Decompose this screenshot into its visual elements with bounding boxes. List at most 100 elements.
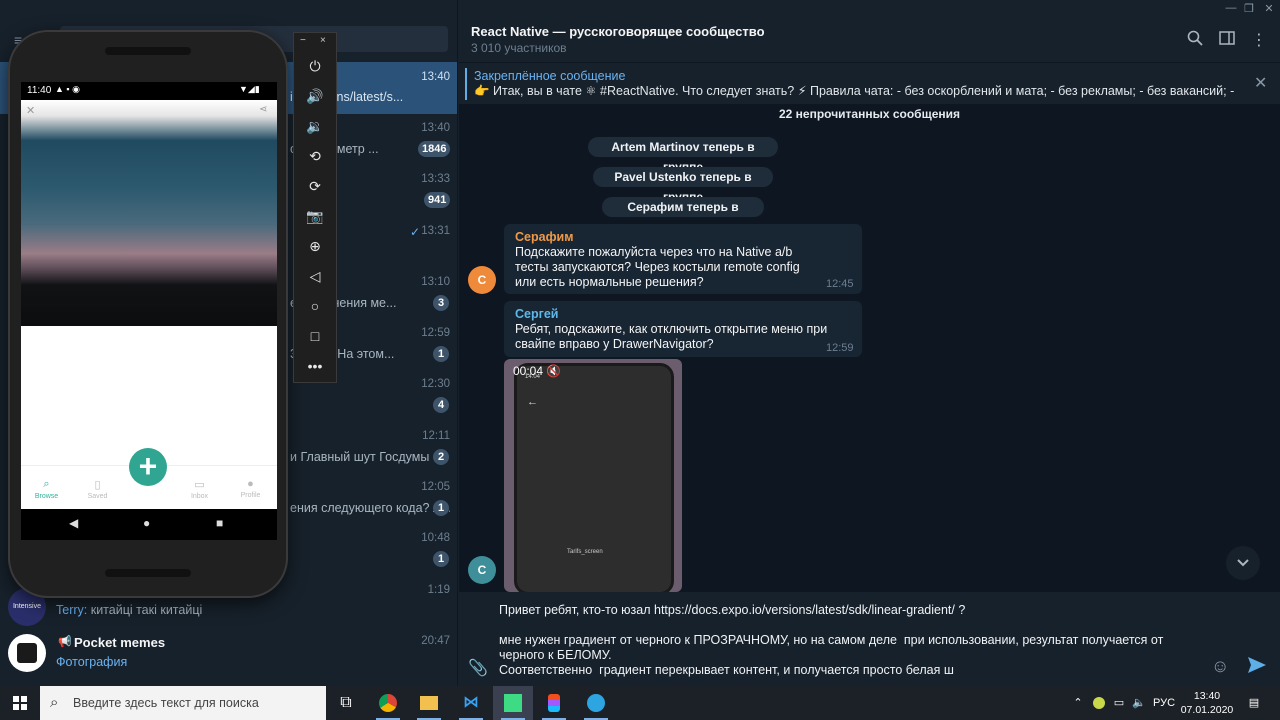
close-icon[interactable]: ×: [320, 35, 362, 51]
unread-badge: 3: [433, 295, 449, 311]
add-button[interactable]: +: [129, 448, 167, 486]
android-emulator[interactable]: 11:40 ▲ ▪ ◉ ▼◢▮ ✕ ⋖ ⌕ Browse ▯ Saved ▭ Inbo…: [8, 30, 288, 598]
rotate-right-icon[interactable]: ⟳: [294, 171, 336, 201]
task-view-icon[interactable]: ⧉: [326, 686, 366, 720]
send-icon[interactable]: [1247, 656, 1267, 677]
service-message: Серафим теперь в группе: [602, 197, 764, 234]
chat-time: 13:10: [421, 276, 450, 288]
unread-badge: 941: [424, 192, 451, 208]
pocket-memes-logo: [17, 643, 37, 663]
attach-icon[interactable]: 📎: [468, 658, 488, 678]
message-author[interactable]: Серафим: [515, 230, 573, 244]
megaphone-icon: 📢: [58, 636, 72, 648]
message-time: 12:45: [826, 278, 854, 290]
android-status-bar: 11:40 ▲ ▪ ◉ ▼◢▮: [21, 82, 277, 100]
maximize-icon[interactable]: ❐: [1238, 2, 1260, 16]
chrome-icon[interactable]: [368, 686, 408, 720]
avatar[interactable]: С: [468, 556, 496, 584]
image-viewer[interactable]: ✕ ⋖: [21, 100, 277, 326]
phone-speaker: [105, 47, 191, 55]
back-icon[interactable]: ◁: [294, 261, 336, 291]
back-icon[interactable]: ◀: [69, 516, 78, 530]
message-bubble[interactable]: Сергей Ребят, подскажите, как отключить …: [504, 301, 862, 357]
unread-divider: 22 непрочитанных сообщения: [778, 107, 961, 121]
tab-browse[interactable]: ⌕ Browse: [21, 466, 72, 510]
android-studio-icon[interactable]: [493, 686, 533, 720]
chat-name: Pocket memes: [74, 635, 166, 650]
recents-icon[interactable]: ■: [216, 516, 223, 530]
bookmark-icon: ▯: [94, 479, 101, 491]
status-time: 11:40: [27, 85, 52, 96]
emulator-screen[interactable]: 11:40 ▲ ▪ ◉ ▼◢▮ ✕ ⋖ ⌕ Browse ▯ Saved ▭ Inbo…: [21, 82, 277, 540]
volume-icon[interactable]: 🔈: [1130, 686, 1148, 720]
pinned-message[interactable]: Закреплённое сообщение 👉 Итак, вы в чате…: [459, 62, 1280, 104]
chat-title[interactable]: React Native — русскоговорящее сообществ…: [471, 24, 765, 39]
chat-time: 13:40: [421, 71, 450, 83]
tab-inbox[interactable]: ▭ Inbox: [174, 466, 225, 510]
conversation-panel: — ❐ ✕ React Native — русскоговорящее соо…: [459, 0, 1280, 686]
windows-start-icon[interactable]: [0, 686, 40, 720]
chevron-up-icon[interactable]: ⌃: [1070, 686, 1086, 720]
tray-app-icon[interactable]: [1090, 686, 1108, 720]
vscode-icon[interactable]: ⋈: [451, 686, 491, 720]
chat-time: 12:11: [422, 430, 450, 442]
close-icon[interactable]: ✕: [26, 104, 35, 117]
search-icon[interactable]: [1185, 30, 1205, 50]
windows-taskbar: ⌕ Введите здесь текст для поиска ⧉ ⋈ ⌃ ▭…: [0, 686, 1280, 720]
back-arrow-icon: ←: [527, 396, 538, 408]
avatar[interactable]: С: [468, 266, 496, 294]
zoom-icon[interactable]: ⊕: [294, 231, 336, 261]
search-icon: ⌕: [50, 694, 59, 711]
bottom-tab-bar: ⌕ Browse ▯ Saved ▭ Inbox ● Profile +: [21, 448, 277, 510]
mute-icon[interactable]: 🔇: [546, 364, 561, 378]
telegram-icon[interactable]: [576, 686, 616, 720]
video-duration: 00:04: [513, 364, 544, 378]
scroll-down-button[interactable]: [1226, 546, 1260, 580]
more-vertical-icon[interactable]: ⋮: [1249, 30, 1269, 50]
chat-preview: ения следующего кода? А...: [290, 501, 450, 515]
pinned-bar: [465, 68, 467, 100]
share-icon[interactable]: ⋖: [259, 104, 267, 115]
tab-profile[interactable]: ● Profile: [225, 466, 276, 510]
emulator-toolbar: − × ⏻ 🔊 🔉 ⟲ ⟳ 📷 ⊕ ◁ ○ □ •••: [293, 32, 337, 383]
overview-icon[interactable]: □: [294, 321, 336, 351]
video-inner-label: Tarifs_screen: [567, 549, 603, 555]
more-icon[interactable]: •••: [294, 351, 336, 381]
message-author[interactable]: Сергей: [515, 307, 558, 321]
home-icon[interactable]: ●: [143, 516, 150, 530]
file-explorer-icon[interactable]: [409, 686, 449, 720]
close-icon[interactable]: ✕: [1258, 2, 1280, 16]
chat-preview: и Главный шут Госдумы ...: [290, 450, 444, 464]
message-composer[interactable]: 📎 Привет ребят, кто-то юзал https://docs…: [459, 592, 1280, 686]
figma-icon[interactable]: [534, 686, 574, 720]
camera-icon[interactable]: 📷: [294, 201, 336, 231]
chat-preview: Фотография: [56, 655, 128, 669]
emoji-icon[interactable]: ☺: [1211, 656, 1229, 677]
video-message[interactable]: 14:04 ← Tarifs_screen 00:04 🔇: [504, 359, 682, 592]
unread-badge: 1846: [418, 141, 451, 157]
service-message: Pavel Ustenko теперь в группе: [593, 167, 773, 204]
chat-preview: Terry: китайці такі китайці: [56, 603, 203, 617]
unread-badge: 1: [433, 551, 449, 567]
android-nav-bar: ◀ ● ■: [21, 509, 277, 540]
notifications-icon[interactable]: ▤: [1244, 686, 1264, 720]
battery-icon[interactable]: ▭: [1110, 686, 1128, 720]
rotate-left-icon[interactable]: ⟲: [294, 141, 336, 171]
message-input[interactable]: Привет ребят, кто-то юзал https://docs.e…: [499, 603, 1199, 678]
unread-badge: 4: [433, 397, 449, 413]
chat-time: 13:33: [421, 173, 450, 185]
search-icon: ⌕: [43, 478, 50, 490]
taskbar-clock[interactable]: 13:40 07.01.2020: [1180, 689, 1234, 717]
person-icon: ●: [247, 478, 254, 490]
message-bubble[interactable]: Серафим Подскажите пожалуйста через что …: [504, 224, 862, 294]
sidebar-toggle-icon[interactable]: [1217, 30, 1237, 50]
tab-saved[interactable]: ▯ Saved: [72, 466, 123, 510]
volume-up-icon[interactable]: 🔊: [294, 81, 336, 111]
unread-badge: 1: [433, 346, 449, 362]
language-indicator[interactable]: РУС: [1152, 686, 1176, 720]
taskbar-search[interactable]: ⌕ Введите здесь текст для поиска: [40, 686, 326, 720]
home-icon[interactable]: ○: [294, 291, 336, 321]
volume-down-icon[interactable]: 🔉: [294, 111, 336, 141]
power-icon[interactable]: ⏻: [294, 51, 336, 81]
close-icon[interactable]: ✕: [1254, 73, 1267, 93]
